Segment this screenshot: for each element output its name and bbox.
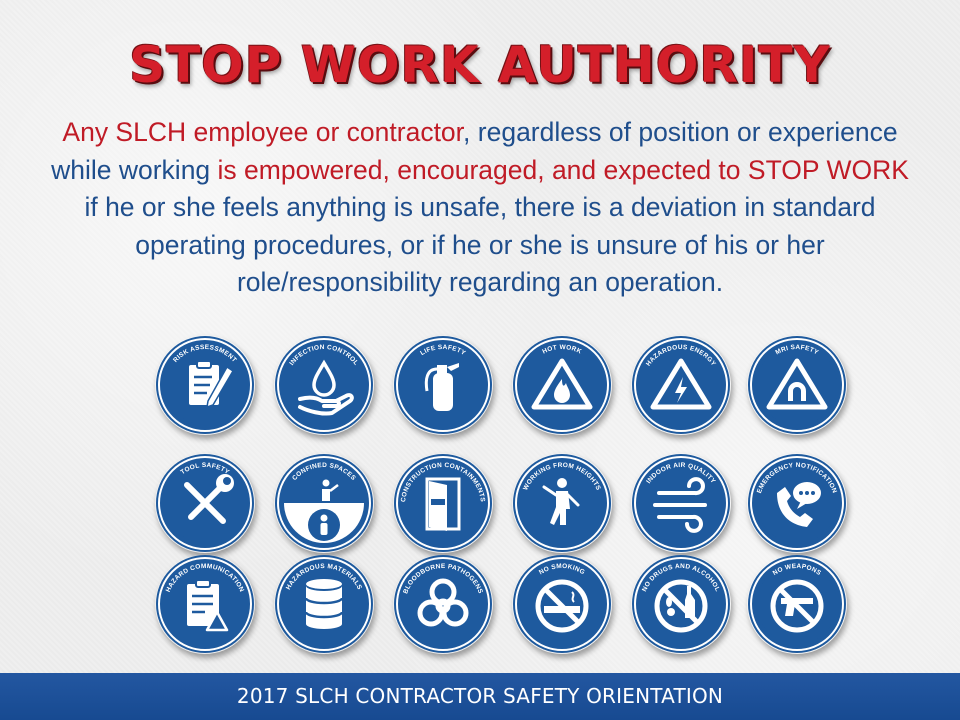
statement-conditions: if he or she feels anything is unsafe, t… bbox=[84, 192, 876, 297]
wrench-screwdriver-icon: TOOL SAFETY bbox=[156, 454, 254, 552]
caution-door-icon: CONSTRUCTION CONTAINMENTS bbox=[394, 454, 492, 552]
safety-badge-no-drugs-and-alcohol: NO DRUGS AND ALCOHOL bbox=[631, 554, 731, 654]
page-title: STOP WORK AUTHORITY bbox=[129, 36, 831, 94]
no-drugs-alcohol-icon: NO DRUGS AND ALCOHOL bbox=[632, 555, 730, 653]
safety-badge-construction-containments: CONSTRUCTION CONTAINMENTS bbox=[393, 453, 493, 553]
safety-badge-mri-safety: MRI SAFETY bbox=[747, 335, 847, 435]
safety-badge-no-smoking: NO SMOKING bbox=[512, 554, 612, 654]
flame-warning-icon: HOT WORK bbox=[513, 336, 611, 434]
fire-extinguisher-icon: LIFE SAFETY bbox=[394, 336, 492, 434]
no-smoking-icon: NO SMOKING bbox=[513, 555, 611, 653]
no-weapons-icon: NO WEAPONS bbox=[748, 555, 846, 653]
safety-badge-hazard-communication: HAZARD COMMUNICATION bbox=[155, 554, 255, 654]
safety-badge-working-from-heights: WORKING FROM HEIGHTS bbox=[512, 453, 612, 553]
statement-subject: Any SLCH employee or contractor bbox=[62, 117, 464, 147]
safety-badge-hazardous-materials: HAZARDOUS MATERIALS bbox=[274, 554, 374, 654]
barrel-icon: HAZARDOUS MATERIALS bbox=[275, 555, 373, 653]
air-flow-icon: INDOOR AIR QUALITY bbox=[632, 454, 730, 552]
phone-chat-icon: EMERGENCY NOTIFICATION bbox=[748, 454, 846, 552]
safety-badge-indoor-air-quality: INDOOR AIR QUALITY bbox=[631, 453, 731, 553]
statement-mandate: is empowered, encouraged, and expected t… bbox=[217, 154, 909, 185]
safety-badge-no-weapons: NO WEAPONS bbox=[747, 554, 847, 654]
safety-badge-tool-safety: TOOL SAFETY bbox=[155, 453, 255, 553]
clipboard-warning-icon: HAZARD COMMUNICATION bbox=[156, 555, 254, 653]
biohazard-icon: BLOODBORNE PATHOGENS bbox=[394, 555, 492, 653]
confined-space-person-icon: CONFINED SPACES bbox=[275, 454, 373, 552]
safety-badge-confined-spaces: CONFINED SPACES bbox=[274, 453, 374, 553]
safety-badge-life-safety: LIFE SAFETY bbox=[393, 335, 493, 435]
safety-badge-bloodborne-pathogens: BLOODBORNE PATHOGENS bbox=[393, 554, 493, 654]
safety-badge-hazardous-energy: HAZARDOUS ENERGY bbox=[631, 335, 731, 435]
safety-badge-hot-work: HOT WORK bbox=[512, 335, 612, 435]
lightning-warning-icon: HAZARDOUS ENERGY bbox=[632, 336, 730, 434]
magnet-warning-icon: MRI SAFETY bbox=[748, 336, 846, 434]
harness-worker-icon: WORKING FROM HEIGHTS bbox=[513, 454, 611, 552]
safety-badge-infection-control: INFECTION CONTROL bbox=[274, 335, 374, 435]
safety-badge-risk-assessment: RISK ASSESSMENT bbox=[155, 335, 255, 435]
stop-work-statement: Any SLCH employee or contractor, regardl… bbox=[50, 114, 910, 302]
footer-banner: 2017 SLCH CONTRACTOR SAFETY ORIENTATION bbox=[0, 673, 960, 720]
clipboard-pen-icon: RISK ASSESSMENT bbox=[156, 336, 254, 434]
safety-badge-emergency-notification: EMERGENCY NOTIFICATION bbox=[747, 453, 847, 553]
hand-droplet-icon: INFECTION CONTROL bbox=[275, 336, 373, 434]
